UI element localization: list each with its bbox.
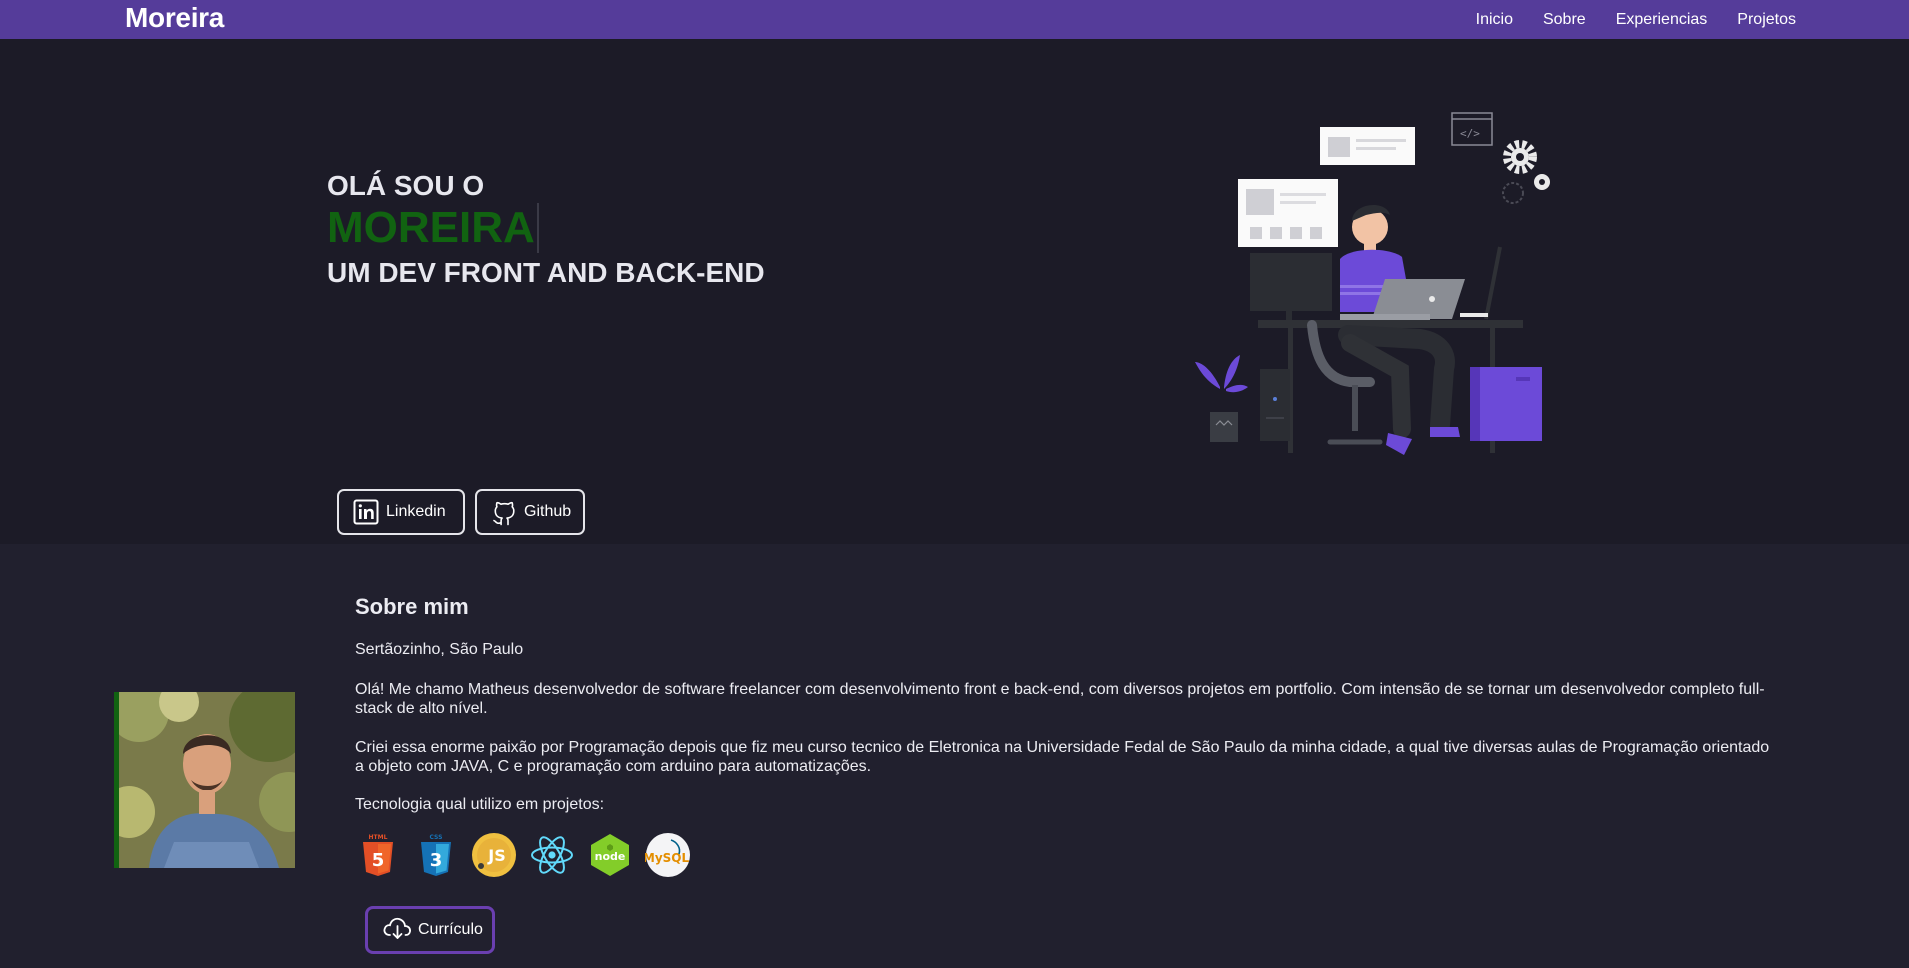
nav-link-inicio[interactable]: Inicio — [1476, 11, 1513, 29]
hero-text: OLÁ SOU O MOREIRA UM DEV FRONT AND BACK-… — [327, 169, 765, 293]
linkedin-button[interactable]: Linkedin — [337, 489, 465, 535]
nav-link-experiencias[interactable]: Experiencias — [1616, 11, 1708, 29]
css3-number: 3 — [430, 850, 443, 871]
nodejs-text: node — [595, 850, 626, 863]
about-paragraph-2: Criei essa enorme paixão por Programação… — [355, 739, 1770, 775]
javascript-icon: JS — [472, 833, 516, 877]
html5-icon: HTML 5 — [363, 834, 393, 876]
html5-number: 5 — [372, 850, 385, 871]
github-label: Github — [524, 503, 572, 520]
profile-photo — [114, 692, 295, 868]
html5-caption: HTML — [369, 834, 388, 841]
nav-link-sobre[interactable]: Sobre — [1543, 11, 1586, 29]
linkedin-label: Linkedin — [386, 503, 446, 520]
hero-role: UM DEV FRONT AND BACK-END — [327, 257, 765, 288]
github-icon — [491, 498, 517, 526]
nodejs-icon: node — [591, 834, 629, 876]
mysql-icon: MySQL — [645, 833, 690, 877]
hero-section: OLÁ SOU O MOREIRA UM DEV FRONT AND BACK-… — [0, 39, 1909, 544]
about-title: Sobre mim — [355, 594, 469, 619]
css3-caption: CSS — [430, 834, 443, 841]
hero-name: MOREIRA — [327, 203, 539, 253]
nav-links: Inicio Sobre Experiencias Projetos — [1476, 0, 1796, 39]
about-paragraph-1: Olá! Me chamo Matheus desenvolvedor de s… — [355, 681, 1765, 717]
cloud-download-icon — [382, 915, 412, 946]
nav-link-projetos[interactable]: Projetos — [1737, 11, 1796, 29]
linkedin-icon — [353, 499, 379, 525]
navbar: Moreira Inicio Sobre Experiencias Projet… — [0, 0, 1909, 39]
css3-icon: CSS 3 — [421, 834, 451, 876]
about-location: Sertãozinho, São Paulo — [355, 641, 524, 658]
about-section: Sobre mim Sertãozinho, São Paulo Olá! Me… — [0, 544, 1909, 968]
github-button[interactable]: Github — [475, 489, 585, 535]
developer-illustration: </> — [1195, 112, 1550, 455]
curriculum-label: Currículo — [418, 921, 483, 938]
curriculum-button[interactable]: Currículo — [365, 906, 495, 954]
mysql-text: MySQL — [645, 851, 689, 865]
hero-greeting: OLÁ SOU O — [327, 170, 485, 201]
brand-logo[interactable]: Moreira — [125, 2, 224, 34]
react-icon — [531, 836, 573, 874]
javascript-text: JS — [487, 846, 505, 865]
svg-text:</>: </> — [1460, 127, 1480, 140]
tech-icons: HTML 5 CSS 3 JS node MySQL — [355, 832, 691, 878]
tech-label: Tecnologia qual utilizo em projetos: — [355, 796, 605, 813]
